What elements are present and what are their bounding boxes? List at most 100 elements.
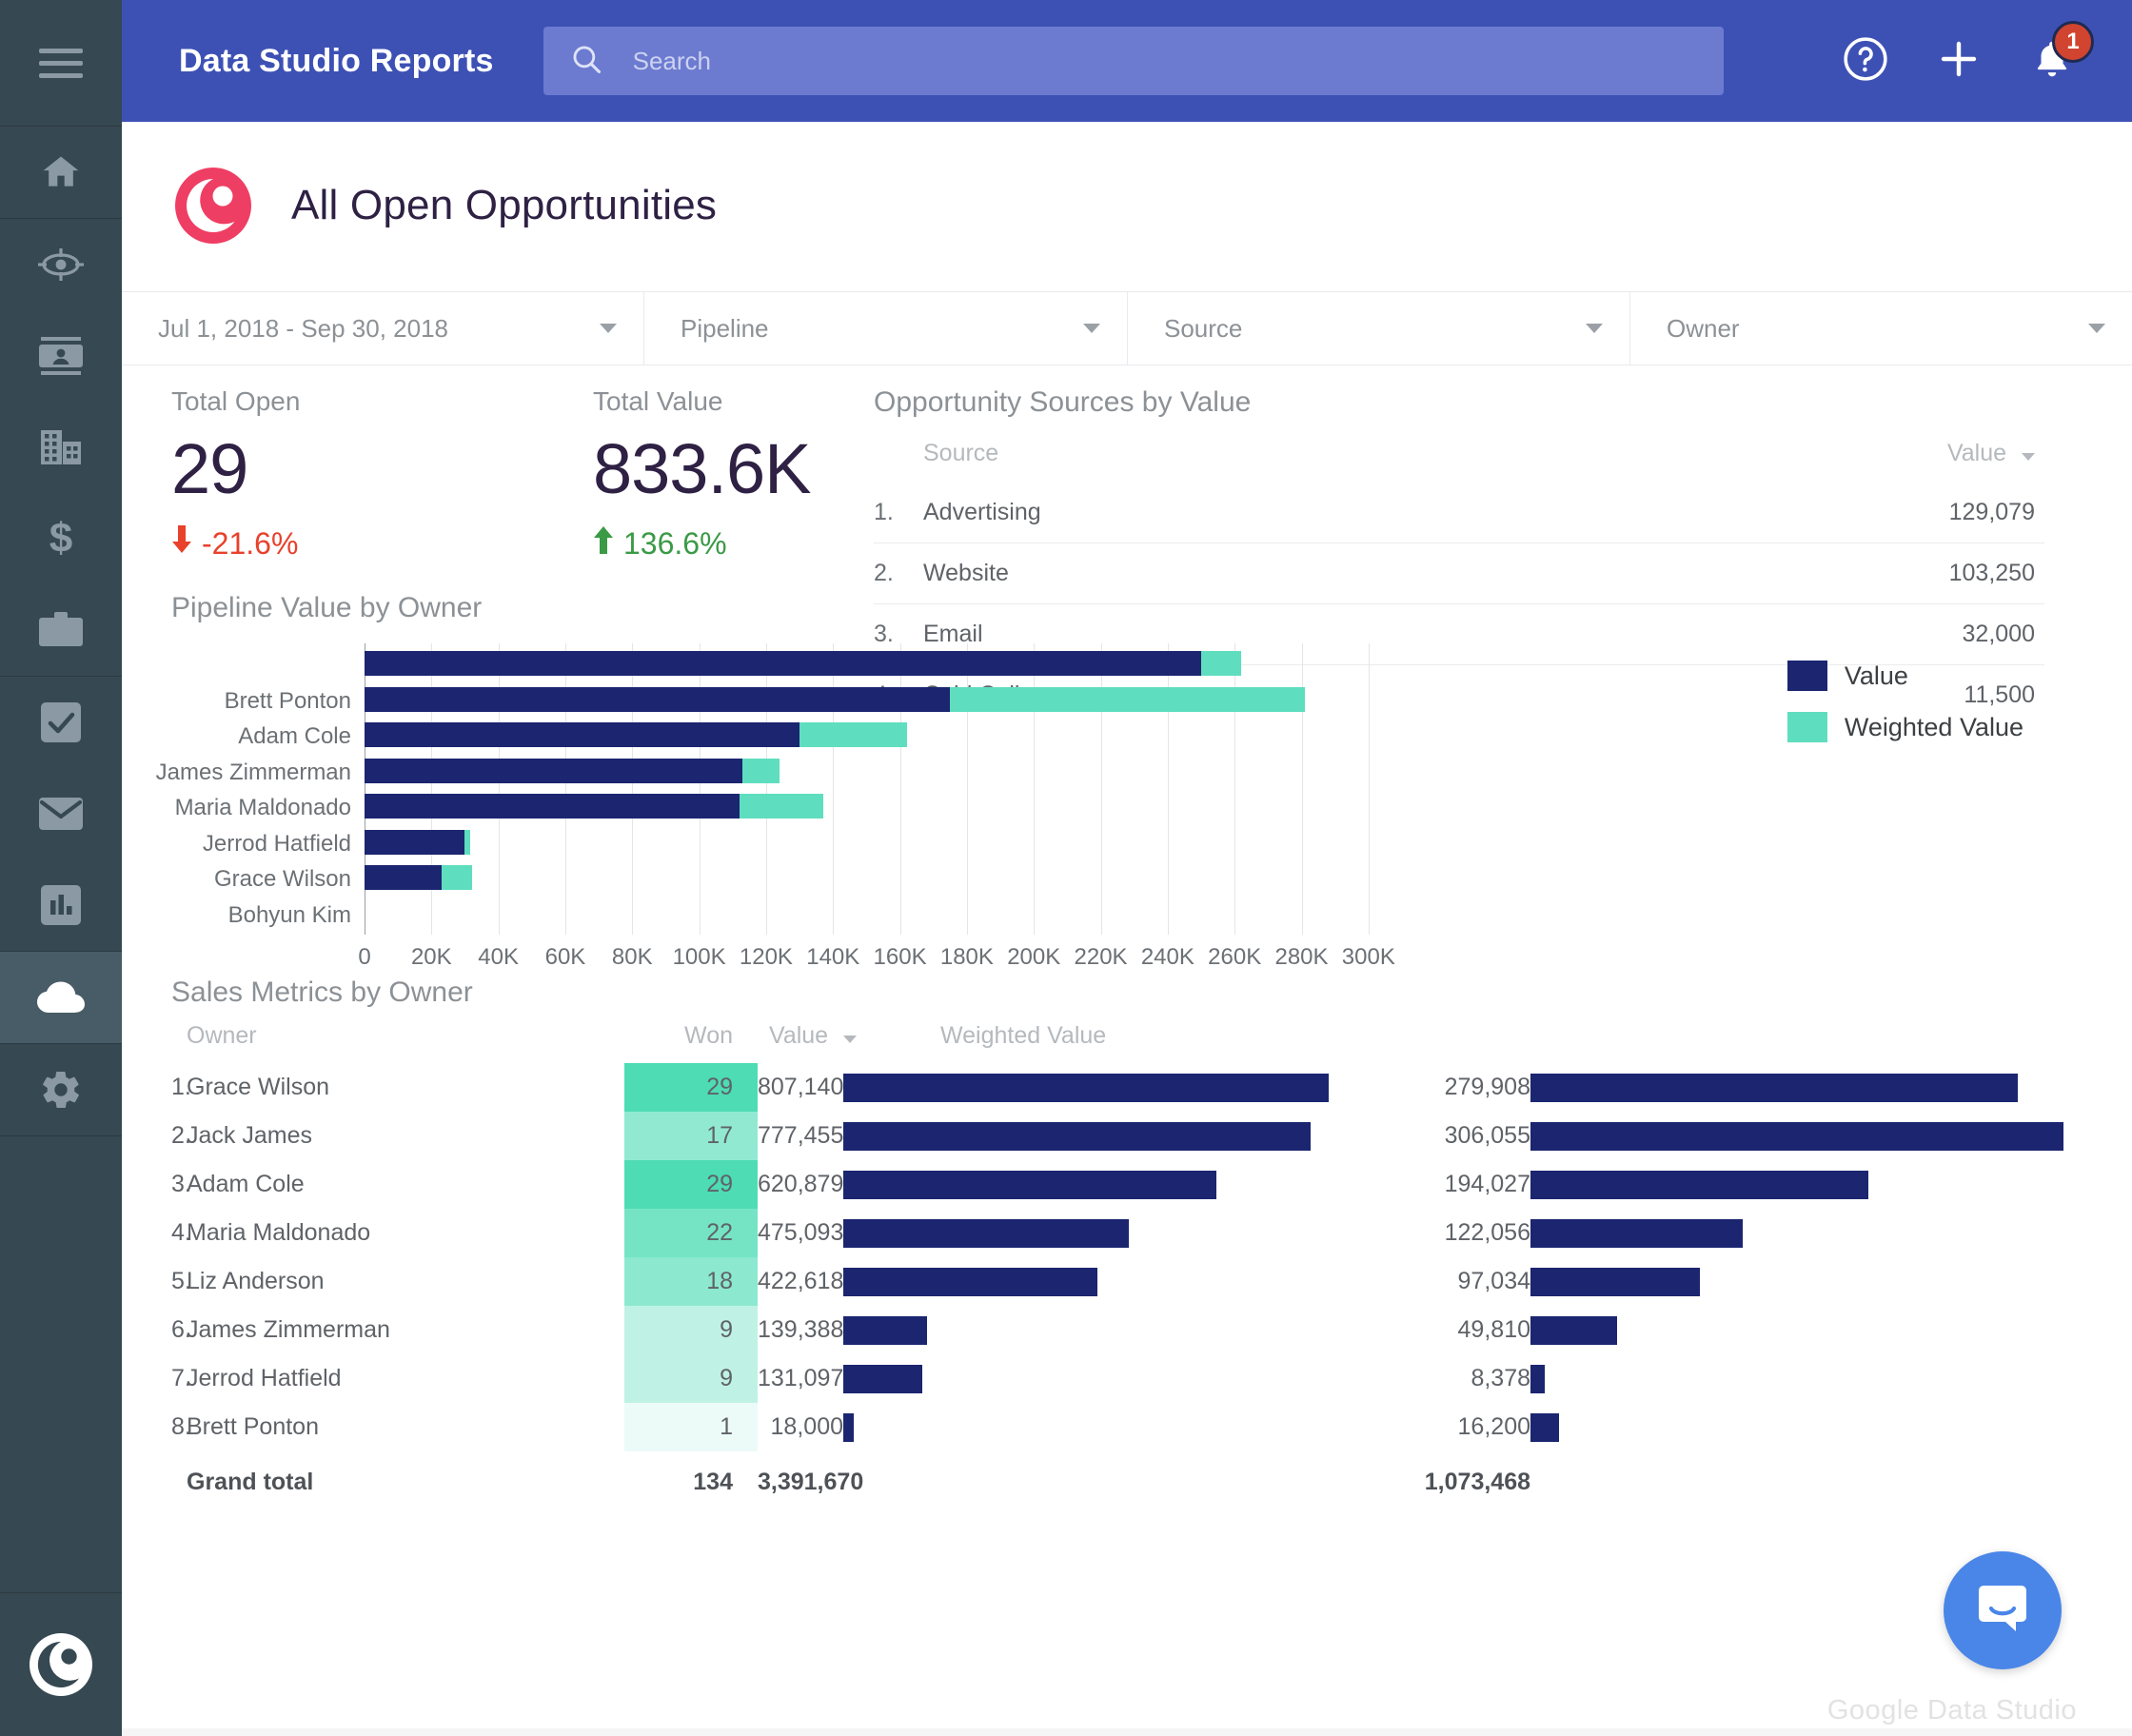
chevron-down-icon — [2088, 324, 2105, 333]
table-row[interactable]: 2. Jack James 17 777,455 306,055 — [122, 1112, 2132, 1160]
sidebar-item-tasks[interactable] — [0, 677, 122, 768]
metrics-weighted-bar-cell — [1530, 1257, 2132, 1306]
pipeline-bar-value[interactable] — [365, 686, 951, 712]
metrics-owner: Jack James — [187, 1122, 312, 1149]
building-icon — [39, 428, 83, 466]
chat-support-button[interactable] — [1944, 1551, 2062, 1669]
pipeline-chart-plot: Value Weighted Value Brett Ponton Adam Co… — [122, 643, 2044, 970]
axis-tick-label: 200K — [1007, 944, 1061, 970]
pipeline-bar-weighted-value[interactable] — [464, 829, 470, 855]
metrics-won-cell: 17 — [624, 1112, 758, 1160]
legend-item-weighted-value[interactable]: Weighted Value — [1787, 712, 2023, 742]
help-button[interactable] — [1839, 34, 1892, 88]
metrics-rank: 2. — [171, 1122, 191, 1149]
search-input[interactable] — [632, 46, 1585, 76]
sidebar-item-contacts[interactable] — [0, 310, 122, 402]
check-square-icon — [41, 702, 81, 742]
insightly-logo-icon[interactable] — [0, 1593, 122, 1736]
metrics-value-bar-cell — [843, 1257, 1098, 1306]
axis-tick-label: 100K — [672, 944, 726, 970]
kpi-total-value-delta-text: 136.6% — [623, 525, 727, 561]
pipeline-bar-weighted-value[interactable] — [800, 722, 907, 747]
metrics-weighted-value: 306,055 — [1444, 1122, 1530, 1149]
metrics-weighted-value: 279,908 — [1444, 1074, 1530, 1100]
metrics-value: 131,097 — [758, 1365, 844, 1391]
table-row[interactable]: 1. Advertising 129,079 — [874, 483, 2044, 543]
axis-tick-label: 300K — [1341, 944, 1395, 970]
metrics-owner: Liz Anderson — [187, 1268, 325, 1294]
metrics-value-bar — [843, 1364, 922, 1393]
sidebar-item-cloud-reports[interactable] — [0, 952, 122, 1043]
sidebar-item-opportunities[interactable] — [0, 584, 122, 676]
table-row[interactable]: 4. Maria Maldonado 22 475,093 122,056 — [122, 1209, 2132, 1257]
sidebar-item-deals[interactable]: $ — [0, 493, 122, 584]
metrics-weighted-bar — [1530, 1364, 1546, 1393]
axis-tick-label: 80K — [611, 944, 653, 970]
metrics-table: Owner Won Value Weighted Value 1. Grace W… — [122, 1022, 2132, 1500]
pipeline-bar-value[interactable] — [365, 651, 1202, 676]
metrics-rank: 8. — [171, 1413, 191, 1440]
pipeline-bar-weighted-value[interactable] — [742, 758, 780, 783]
legend-item-value[interactable]: Value — [1787, 661, 2023, 691]
metrics-rank: 7. — [171, 1365, 191, 1391]
grand-total-weighted: 1,073,468 — [1424, 1469, 1530, 1495]
metrics-col-value-label: Value — [769, 1022, 829, 1049]
pipeline-bar-weighted-value[interactable] — [441, 865, 472, 890]
metrics-col-owner[interactable]: Owner — [187, 1022, 624, 1063]
menu-toggle-button[interactable] — [0, 0, 122, 126]
axis-tick-label: 220K — [1074, 944, 1128, 970]
legend-label-value: Value — [1844, 661, 1908, 690]
pipeline-bar-value[interactable] — [365, 865, 442, 890]
insightly-circle-logo — [171, 164, 255, 247]
sources-col-source[interactable]: Source — [874, 440, 1537, 483]
metrics-col-weighted-value[interactable]: Weighted Value — [929, 1022, 2132, 1063]
pipeline-bar-weighted-value[interactable] — [739, 794, 823, 819]
pipeline-bar-value[interactable] — [365, 829, 465, 855]
table-row[interactable]: 6. James Zimmerman 9 139,388 49,810 — [122, 1306, 2132, 1354]
metrics-rank: 3. — [171, 1171, 191, 1197]
axis-tick-label: 40K — [478, 944, 519, 970]
table-row[interactable]: 8. Brett Ponton 1 18,000 16,200 — [122, 1403, 2132, 1451]
pipeline-category-label: Adam Cole — [238, 723, 351, 749]
metrics-weighted-bar — [1530, 1267, 1700, 1296]
metrics-col-won[interactable]: Won — [624, 1022, 758, 1063]
filter-owner[interactable]: Owner — [1630, 292, 2132, 365]
kpi-total-value-label: Total Value — [593, 386, 723, 416]
pipeline-bar-weighted-value[interactable] — [950, 686, 1306, 712]
notifications-button[interactable]: 1 — [2025, 21, 2094, 88]
hamburger-icon — [39, 47, 83, 79]
search-box[interactable] — [543, 27, 1724, 95]
metrics-weighted-bar-cell — [1530, 1209, 2132, 1257]
sidebar-item-companies[interactable] — [0, 402, 122, 493]
table-row[interactable]: 1. Grace Wilson 29 807,140 279,908 — [122, 1063, 2132, 1112]
table-row[interactable]: 5. Liz Anderson 18 422,618 97,034 — [122, 1257, 2132, 1306]
sidebar-item-analytics[interactable] — [0, 859, 122, 951]
grand-total-weighted-bar-cell — [1530, 1451, 2132, 1500]
sidebar-item-settings[interactable] — [0, 1044, 122, 1135]
table-row[interactable]: 7. Jerrod Hatfield 9 131,097 8,378 — [122, 1354, 2132, 1403]
metrics-value-bar-cell — [843, 1209, 1130, 1257]
pipeline-bar-weighted-value[interactable] — [1201, 651, 1242, 676]
add-button[interactable] — [1932, 34, 1985, 88]
metrics-value: 807,140 — [758, 1074, 844, 1100]
pipeline-bar-value[interactable] — [365, 794, 740, 819]
metrics-rank: 6. — [171, 1316, 191, 1343]
sidebar-item-home[interactable] — [0, 127, 122, 218]
pipeline-bar-value[interactable] — [365, 758, 743, 783]
pipeline-bar-value[interactable] — [365, 722, 800, 747]
sources-col-value[interactable]: Value — [1537, 440, 2044, 483]
sidebar-item-email[interactable] — [0, 768, 122, 859]
table-row[interactable]: 3. Adam Cole 29 620,879 194,027 — [122, 1160, 2132, 1209]
metrics-col-value[interactable]: Value — [758, 1022, 929, 1063]
sidebar-item-leads[interactable] — [0, 219, 122, 310]
filter-source[interactable]: Source — [1128, 292, 1630, 365]
filter-date-range[interactable]: Jul 1, 2018 - Sep 30, 2018 — [122, 292, 644, 365]
google-data-studio-watermark: Google Data Studio — [1826, 1695, 2077, 1726]
metrics-weighted-bar-cell — [1530, 1160, 2132, 1209]
briefcase-icon — [39, 612, 83, 648]
metrics-weighted-bar — [1530, 1412, 1559, 1442]
filter-pipeline[interactable]: Pipeline — [644, 292, 1128, 365]
sales-metrics-table: Sales Metrics by Owner Owner Won Value W… — [122, 976, 2132, 1500]
arrow-down-icon — [171, 525, 192, 562]
chevron-down-icon — [1083, 324, 1100, 333]
